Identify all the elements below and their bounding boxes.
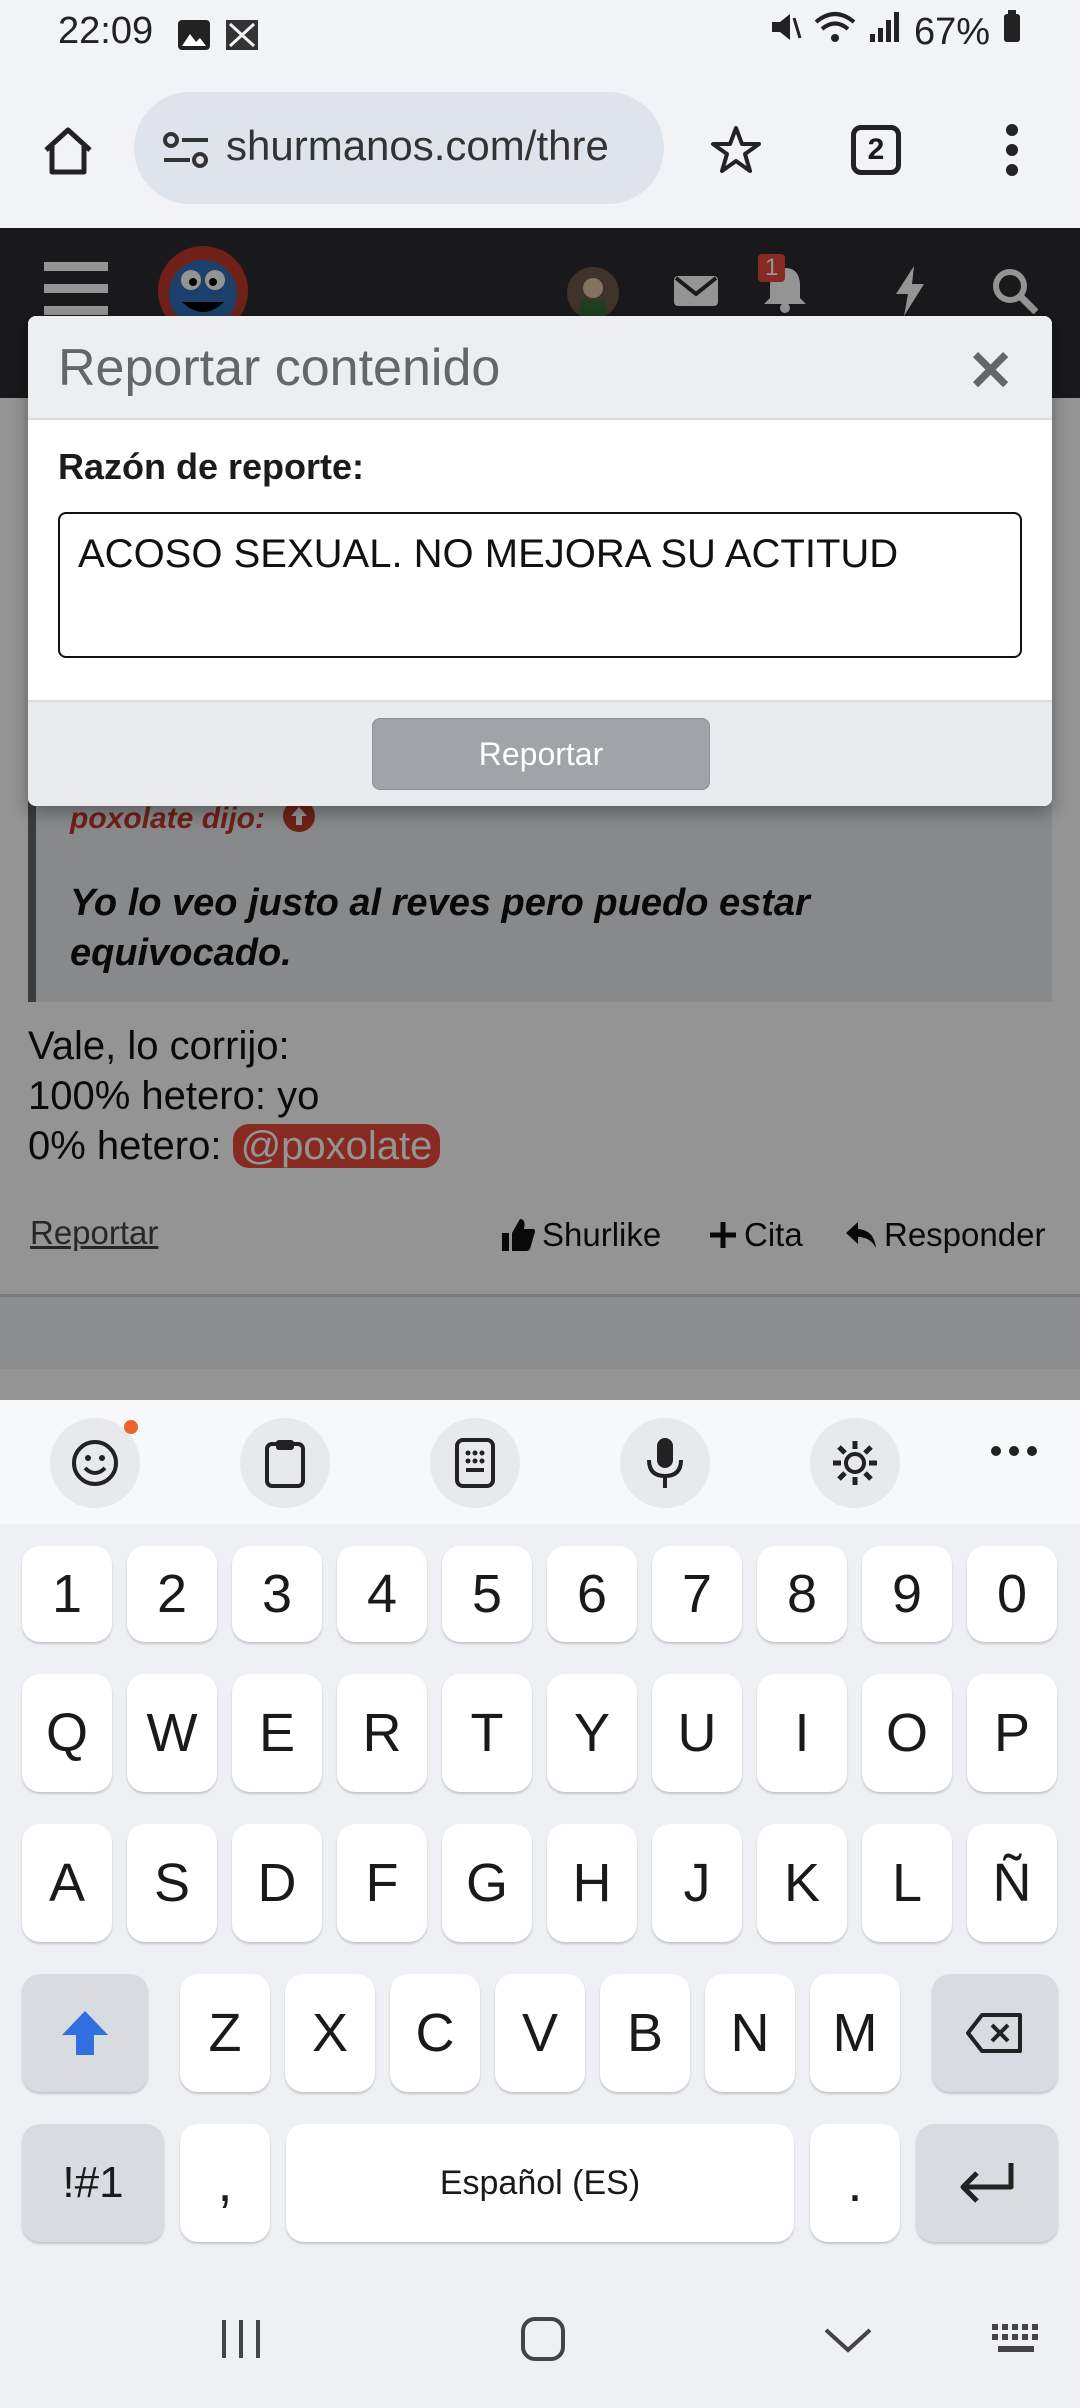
key[interactable]: W	[127, 1674, 217, 1792]
emoji-icon	[72, 1440, 118, 1486]
app-notification-icon	[224, 18, 260, 57]
url-text: shurmanos.com/thre	[226, 122, 609, 169]
keyboard-toolbar	[0, 1400, 1080, 1524]
key[interactable]: 0	[967, 1546, 1057, 1642]
key[interactable]: C	[390, 1974, 480, 2092]
bookmark-button[interactable]	[696, 110, 776, 190]
key[interactable]: 6	[547, 1546, 637, 1642]
keyboard-mode-button[interactable]	[430, 1418, 520, 1508]
key[interactable]: P	[967, 1674, 1057, 1792]
dialog-footer: Reportar	[28, 700, 1052, 806]
microphone-icon	[647, 1438, 683, 1488]
key[interactable]: A	[22, 1824, 112, 1942]
key[interactable]: L	[862, 1824, 952, 1942]
key[interactable]: 3	[232, 1546, 322, 1642]
keyboard-switch-icon[interactable]	[990, 2322, 1046, 2361]
shift-icon	[62, 2011, 108, 2055]
dialog-header: Reportar contenido ✕	[28, 316, 1052, 420]
home-icon	[44, 127, 92, 175]
key[interactable]: N	[705, 1974, 795, 2092]
tab-count: 2	[851, 125, 901, 175]
gallery-icon	[176, 18, 212, 57]
key[interactable]: 5	[442, 1546, 532, 1642]
symbols-key[interactable]: !#1	[22, 2124, 164, 2242]
space-key[interactable]: Español (ES)	[286, 2124, 794, 2242]
new-dot	[124, 1420, 138, 1434]
gear-icon	[833, 1441, 877, 1485]
battery-icon	[1002, 10, 1022, 54]
address-bar[interactable]: shurmanos.com/thre	[134, 92, 664, 204]
key[interactable]: T	[442, 1674, 532, 1792]
voice-input-button[interactable]	[620, 1418, 710, 1508]
key[interactable]: 7	[652, 1546, 742, 1642]
keyboard-settings-button[interactable]	[810, 1418, 900, 1508]
report-dialog: Reportar contenido ✕ Razón de reporte: R…	[28, 316, 1052, 806]
close-icon[interactable]: ✕	[967, 338, 1014, 404]
site-settings-icon[interactable]	[162, 130, 210, 175]
keypad-icon	[455, 1438, 495, 1488]
key[interactable]: B	[600, 1974, 690, 2092]
tabs-button[interactable]: 2	[836, 110, 916, 190]
browser-toolbar: shurmanos.com/thre 2	[0, 70, 1080, 228]
home-button[interactable]	[28, 110, 108, 190]
submit-report-button[interactable]: Reportar	[372, 718, 710, 790]
key[interactable]: 1	[22, 1546, 112, 1642]
key[interactable]: S	[127, 1824, 217, 1942]
home-nav-icon[interactable]	[520, 2316, 566, 2367]
reason-label: Razón de reporte:	[58, 446, 365, 487]
enter-icon	[960, 2163, 1014, 2203]
key[interactable]: M	[810, 1974, 900, 2092]
key[interactable]: Z	[180, 1974, 270, 2092]
mute-icon	[768, 10, 802, 54]
status-bar: 22:09 67%	[0, 0, 1080, 70]
key[interactable]: V	[495, 1974, 585, 2092]
key[interactable]: O	[862, 1674, 952, 1792]
on-screen-keyboard: !#1 , Español (ES) . 1234567890 QWERTYUIO…	[0, 1400, 1080, 2408]
dialog-title: Reportar contenido	[58, 339, 501, 397]
browser-menu-button[interactable]	[972, 110, 1052, 190]
reason-input[interactable]	[58, 512, 1022, 658]
key[interactable]: H	[547, 1824, 637, 1942]
key[interactable]: 4	[337, 1546, 427, 1642]
key[interactable]: 9	[862, 1546, 952, 1642]
clipboard-button[interactable]	[240, 1418, 330, 1508]
key[interactable]: X	[285, 1974, 375, 2092]
system-navigation-bar	[0, 2268, 1080, 2408]
backspace-icon	[966, 2013, 1022, 2053]
key[interactable]: E	[232, 1674, 322, 1792]
emoji-button[interactable]	[50, 1418, 140, 1508]
star-icon	[711, 126, 761, 173]
key[interactable]: F	[337, 1824, 427, 1942]
period-key[interactable]: .	[810, 2124, 900, 2242]
status-icons: 67%	[768, 10, 1022, 54]
more-vert-icon	[1006, 124, 1018, 176]
key[interactable]: U	[652, 1674, 742, 1792]
key[interactable]: Y	[547, 1674, 637, 1792]
key[interactable]: Q	[22, 1674, 112, 1792]
key[interactable]: Ñ	[967, 1824, 1057, 1942]
enter-key[interactable]	[916, 2124, 1058, 2242]
comma-key[interactable]: ,	[180, 2124, 270, 2242]
hide-keyboard-icon[interactable]	[822, 2326, 874, 2359]
key[interactable]: K	[757, 1824, 847, 1942]
key[interactable]: G	[442, 1824, 532, 1942]
battery-level: 67%	[913, 10, 990, 53]
clipboard-icon	[265, 1440, 305, 1488]
more-horiz-icon[interactable]	[990, 1444, 1038, 1463]
shift-key[interactable]	[22, 1974, 148, 2092]
backspace-key[interactable]	[932, 1974, 1058, 2092]
key[interactable]: I	[757, 1674, 847, 1792]
signal-icon	[868, 10, 902, 54]
key[interactable]: 2	[127, 1546, 217, 1642]
key[interactable]: R	[337, 1674, 427, 1792]
key[interactable]: J	[652, 1824, 742, 1942]
recent-apps-icon[interactable]	[218, 2318, 264, 2365]
key[interactable]: D	[232, 1824, 322, 1942]
key[interactable]: 8	[757, 1546, 847, 1642]
status-time: 22:09	[58, 10, 154, 52]
wifi-icon	[814, 10, 856, 54]
